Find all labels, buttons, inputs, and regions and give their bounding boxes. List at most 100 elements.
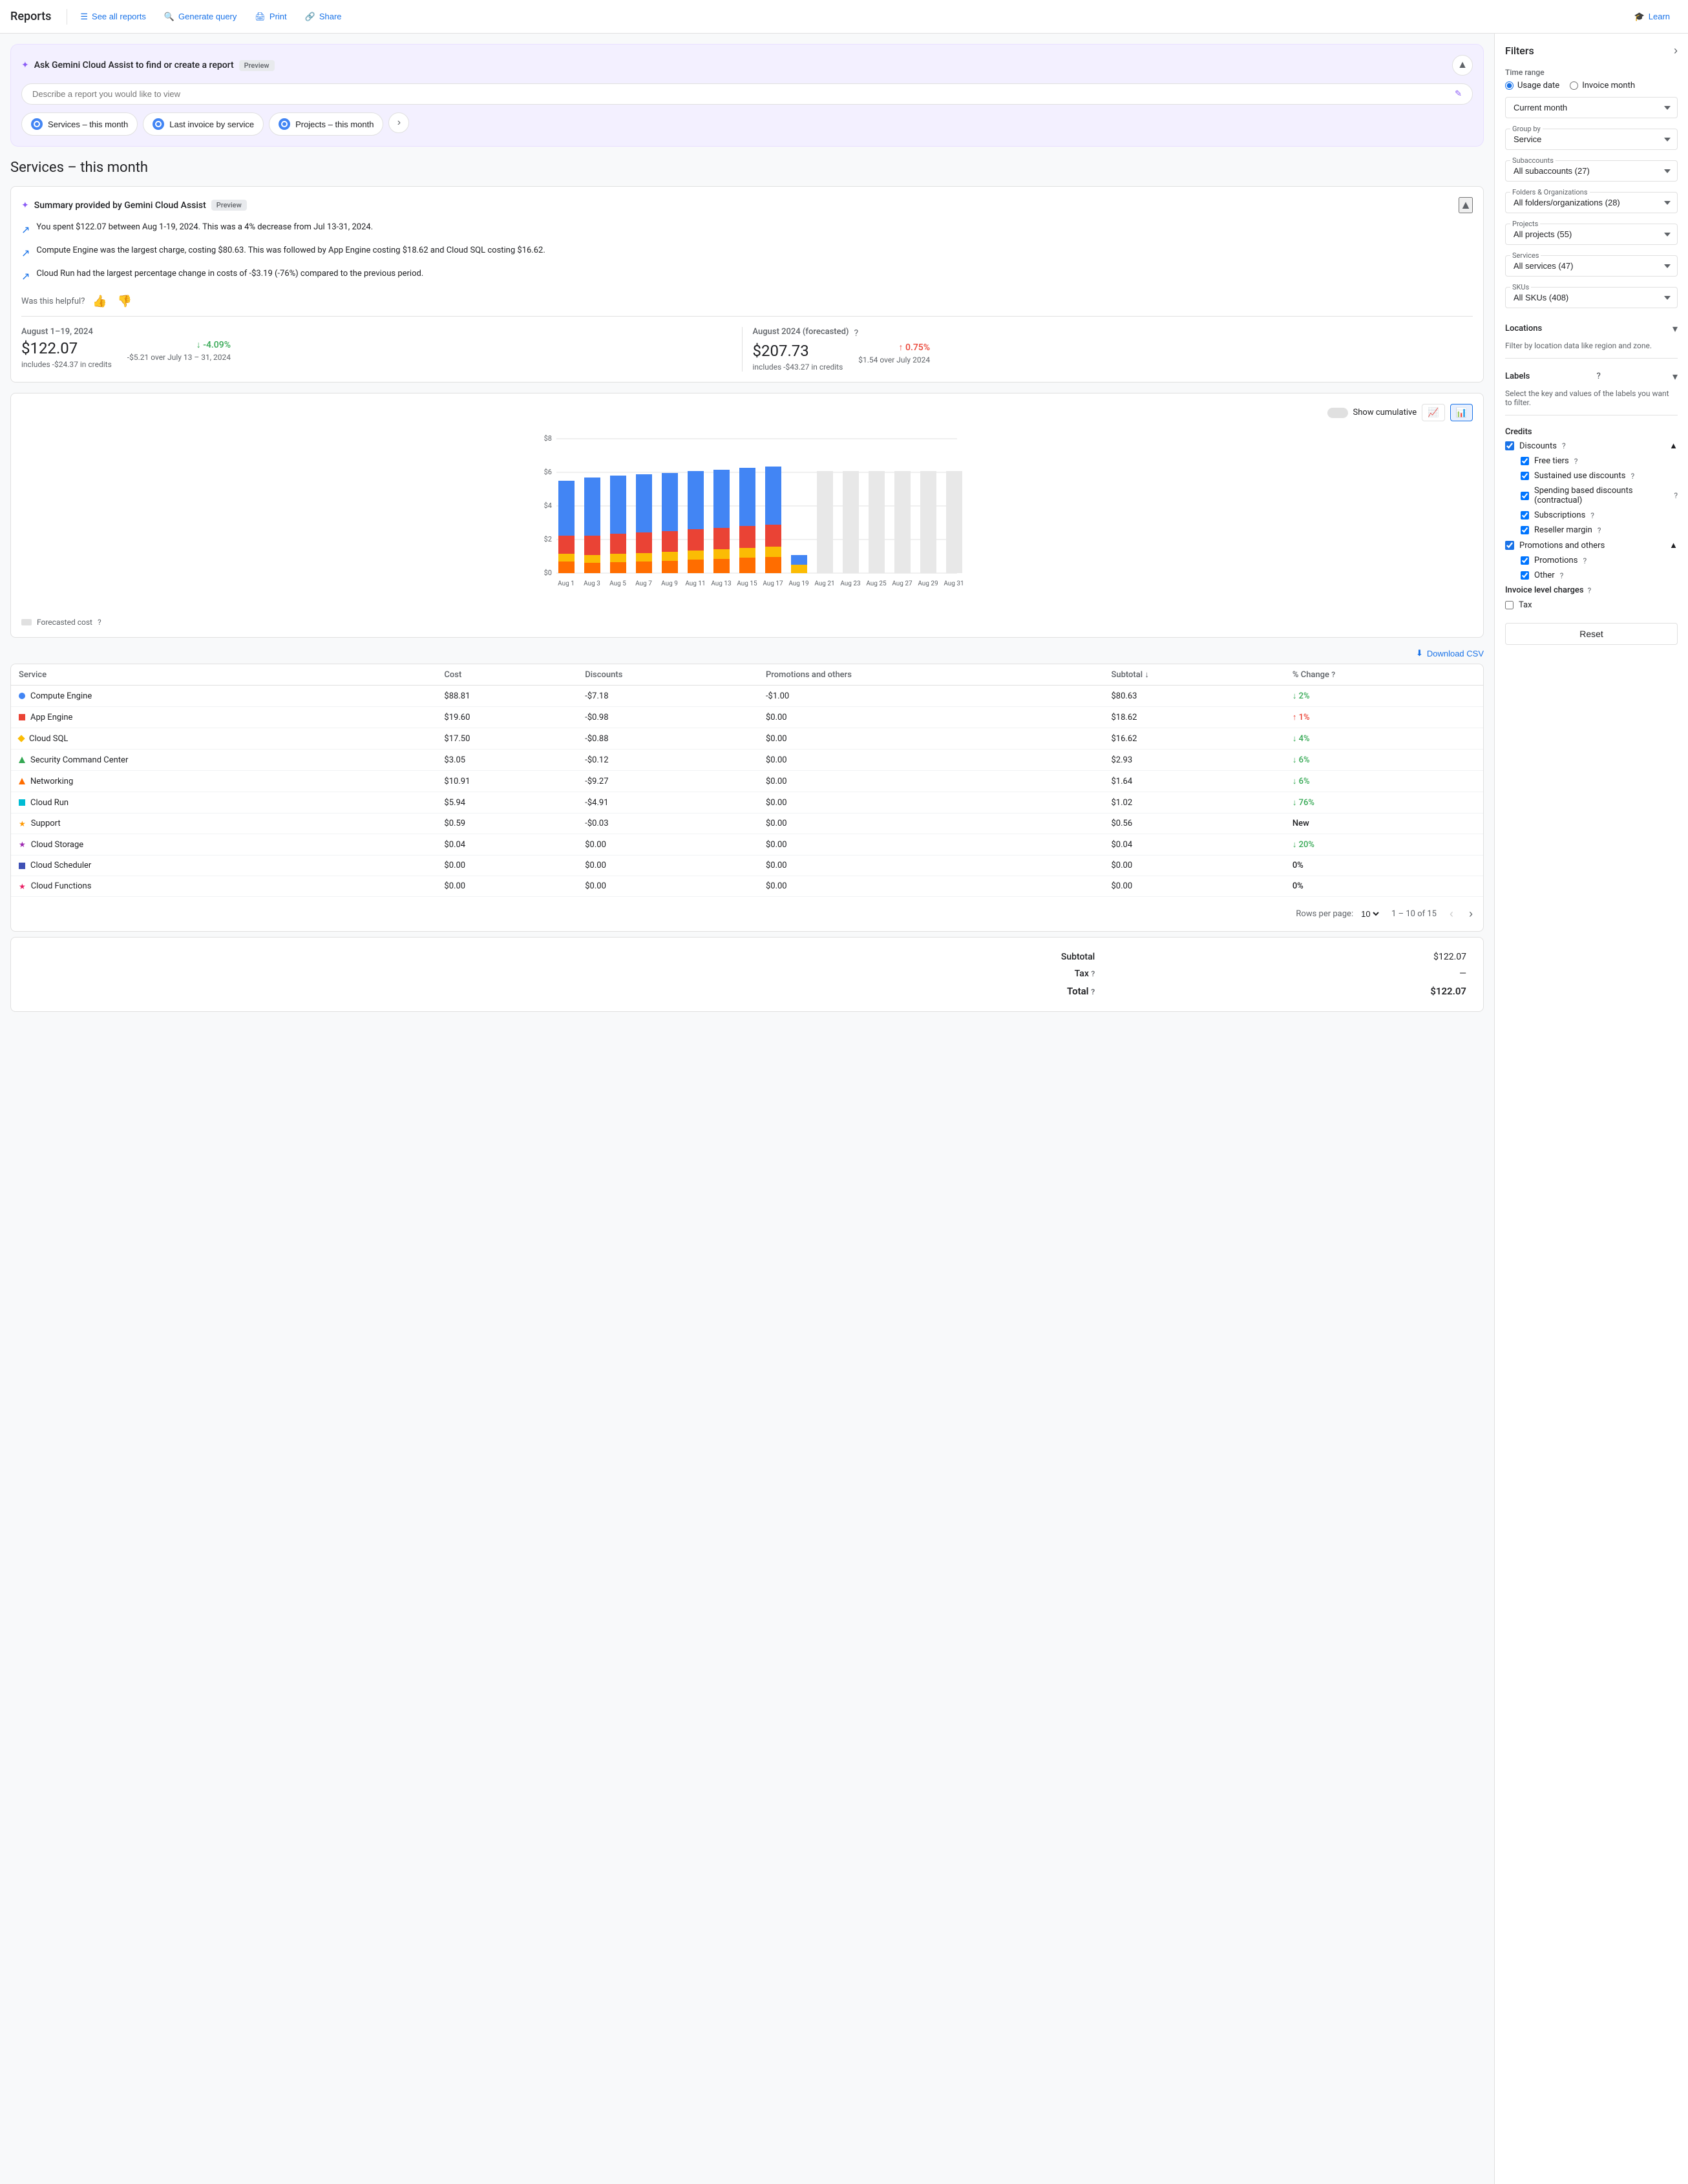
learn-btn[interactable]: 🎓 Learn <box>1627 8 1678 26</box>
toggle-switch[interactable] <box>1327 408 1348 418</box>
reset-btn[interactable]: Reset <box>1505 623 1678 645</box>
share-btn[interactable]: 🔗 Share <box>297 8 350 26</box>
gemini-preview-badge: Preview <box>239 60 275 71</box>
help-icon-invoice[interactable]: ? <box>1588 586 1592 595</box>
sidebar-collapse-btn[interactable]: › <box>1674 44 1678 58</box>
filter-subaccounts: Subaccounts All subaccounts (27) <box>1505 160 1678 182</box>
metric-forecasted: August 2024 (forecasted) ? $207.73 inclu… <box>742 327 1473 372</box>
service-cost: $0.00 <box>436 856 577 876</box>
free-tiers-checkbox[interactable] <box>1521 457 1529 465</box>
quick-report-services-btn[interactable]: Services – this month <box>21 112 138 136</box>
labels-header[interactable]: Labels ? ▾ <box>1505 366 1678 386</box>
service-promotions: $0.00 <box>758 856 1104 876</box>
promotions-checkbox[interactable] <box>1521 556 1529 565</box>
service-subtotal: $0.00 <box>1103 856 1284 876</box>
locations-header[interactable]: Locations ▾ <box>1505 319 1678 339</box>
gemini-collapse-btn[interactable]: ▲ <box>1452 55 1473 76</box>
prev-page-btn[interactable]: ‹ <box>1447 905 1456 923</box>
credits-header[interactable]: Credits <box>1505 423 1678 441</box>
svg-text:Aug 3: Aug 3 <box>584 580 600 587</box>
quick-report-projects-btn[interactable]: Projects – this month <box>269 112 383 136</box>
help-icon-total[interactable]: ? <box>1091 987 1095 996</box>
bar-chart-btn[interactable]: 📊 <box>1450 404 1473 421</box>
list-icon: ☰ <box>80 12 88 22</box>
line-chart-btn[interactable]: 📈 <box>1422 404 1444 421</box>
table-row: App Engine $19.60 -$0.98 $0.00 $18.62 ↑ … <box>11 707 1483 728</box>
svg-text:Aug 15: Aug 15 <box>737 580 757 587</box>
sustained-checkbox[interactable] <box>1521 472 1529 480</box>
service-subtotal: $0.56 <box>1103 814 1284 834</box>
service-name-cell: Compute Engine <box>11 686 436 707</box>
group-by-wrapper: Group by Service <box>1505 129 1678 150</box>
print-btn[interactable]: 🖨 Print <box>247 8 294 26</box>
table-row: ★ Support $0.59 -$0.03 $0.00 $0.56 New <box>11 814 1483 834</box>
service-promotions: $0.00 <box>758 792 1104 814</box>
quick-report-invoice-btn[interactable]: Last invoice by service <box>143 112 264 136</box>
gcp-icon-1 <box>31 118 43 130</box>
summary-item-2: ↗ Compute Engine was the largest charge,… <box>21 244 1473 261</box>
summary-card: ✦ Summary provided by Gemini Cloud Assis… <box>10 186 1484 383</box>
help-icon-reseller[interactable]: ? <box>1598 526 1601 535</box>
quick-reports-next-btn[interactable]: › <box>388 112 409 133</box>
help-icon-subscriptions[interactable]: ? <box>1590 511 1594 520</box>
rows-per-page-select[interactable]: 10 25 50 <box>1358 908 1381 919</box>
help-icon-labels[interactable]: ? <box>1596 372 1600 381</box>
subscriptions-checkbox[interactable] <box>1521 511 1529 520</box>
service-name-cell: Cloud Run <box>11 792 436 814</box>
help-icon-chart[interactable]: ? <box>98 618 101 627</box>
help-icon-sustained[interactable]: ? <box>1630 472 1634 481</box>
download-csv-btn[interactable]: ⬇ Download CSV <box>1416 648 1484 658</box>
reseller-checkbox[interactable] <box>1521 526 1529 534</box>
promotions-others-checkbox[interactable] <box>1505 541 1514 550</box>
data-table-container: Service Cost Discounts Promotions and ot… <box>10 664 1484 932</box>
tax-invoice-checkbox[interactable] <box>1505 601 1514 609</box>
help-icon-forecast[interactable]: ? <box>854 328 858 339</box>
svg-text:Aug 13: Aug 13 <box>711 580 731 587</box>
svg-text:Aug 19: Aug 19 <box>788 580 808 587</box>
generate-query-btn[interactable]: 🔍 Generate query <box>156 8 245 26</box>
current-month-select[interactable]: Current month <box>1505 97 1678 118</box>
time-range-label: Time range <box>1505 68 1678 77</box>
spending-checkbox[interactable] <box>1521 492 1529 500</box>
invoice-month-radio[interactable] <box>1570 81 1578 90</box>
svg-text:Aug 31: Aug 31 <box>944 580 964 587</box>
service-cost: $88.81 <box>436 686 577 707</box>
help-icon-discounts[interactable]: ? <box>1562 441 1566 450</box>
svg-text:$4: $4 <box>544 501 552 510</box>
usage-date-option[interactable]: Usage date <box>1505 81 1559 90</box>
help-icon-free-tiers[interactable]: ? <box>1574 457 1578 466</box>
discounts-collapse[interactable]: ▲ <box>1669 441 1678 451</box>
help-icon-promotions[interactable]: ? <box>1583 556 1587 565</box>
gemini-search-input[interactable] <box>32 89 1455 99</box>
help-icon-spending[interactable]: ? <box>1674 491 1678 500</box>
service-subtotal: $80.63 <box>1103 686 1284 707</box>
summary-collapse-btn[interactable]: ▲ <box>1459 197 1473 213</box>
discounts-checkbox[interactable] <box>1505 441 1514 450</box>
svg-text:Aug 5: Aug 5 <box>609 580 626 587</box>
invoice-month-option[interactable]: Invoice month <box>1570 81 1635 90</box>
folders-label: Folders & Organizations <box>1510 188 1590 196</box>
service-name-cell: ★ Support <box>11 814 436 834</box>
cumulative-toggle[interactable]: Show cumulative <box>1327 408 1417 418</box>
sidebar-header: Filters › <box>1505 44 1678 58</box>
main-layout: ✦ Ask Gemini Cloud Assist to find or cre… <box>0 34 1688 2184</box>
summary-title: ✦ Summary provided by Gemini Cloud Assis… <box>21 200 247 211</box>
projects-label: Projects <box>1510 220 1540 228</box>
see-all-reports-btn[interactable]: ☰ See all reports <box>72 8 153 26</box>
usage-date-radio[interactable] <box>1505 81 1514 90</box>
thumbs-down-btn[interactable]: 👎 <box>115 292 134 311</box>
help-icon-table[interactable]: ? <box>1331 670 1335 679</box>
help-icon-tax[interactable]: ? <box>1091 969 1095 978</box>
other-checkbox[interactable] <box>1521 571 1529 580</box>
service-cost: $17.50 <box>436 728 577 750</box>
thumbs-up-btn[interactable]: 👍 <box>90 292 109 311</box>
table-row: ★ Cloud Storage $0.04 $0.00 $0.00 $0.04 … <box>11 834 1483 856</box>
share-icon: 🔗 <box>305 12 315 22</box>
service-discounts: -$7.18 <box>577 686 758 707</box>
table-row: Networking $10.91 -$9.27 $0.00 $1.64 ↓ 6… <box>11 771 1483 792</box>
next-page-btn[interactable]: › <box>1466 905 1475 923</box>
service-discounts: $0.00 <box>577 876 758 897</box>
promotions-collapse[interactable]: ▲ <box>1669 540 1678 551</box>
service-promotions: $0.00 <box>758 814 1104 834</box>
help-icon-other[interactable]: ? <box>1560 571 1564 580</box>
